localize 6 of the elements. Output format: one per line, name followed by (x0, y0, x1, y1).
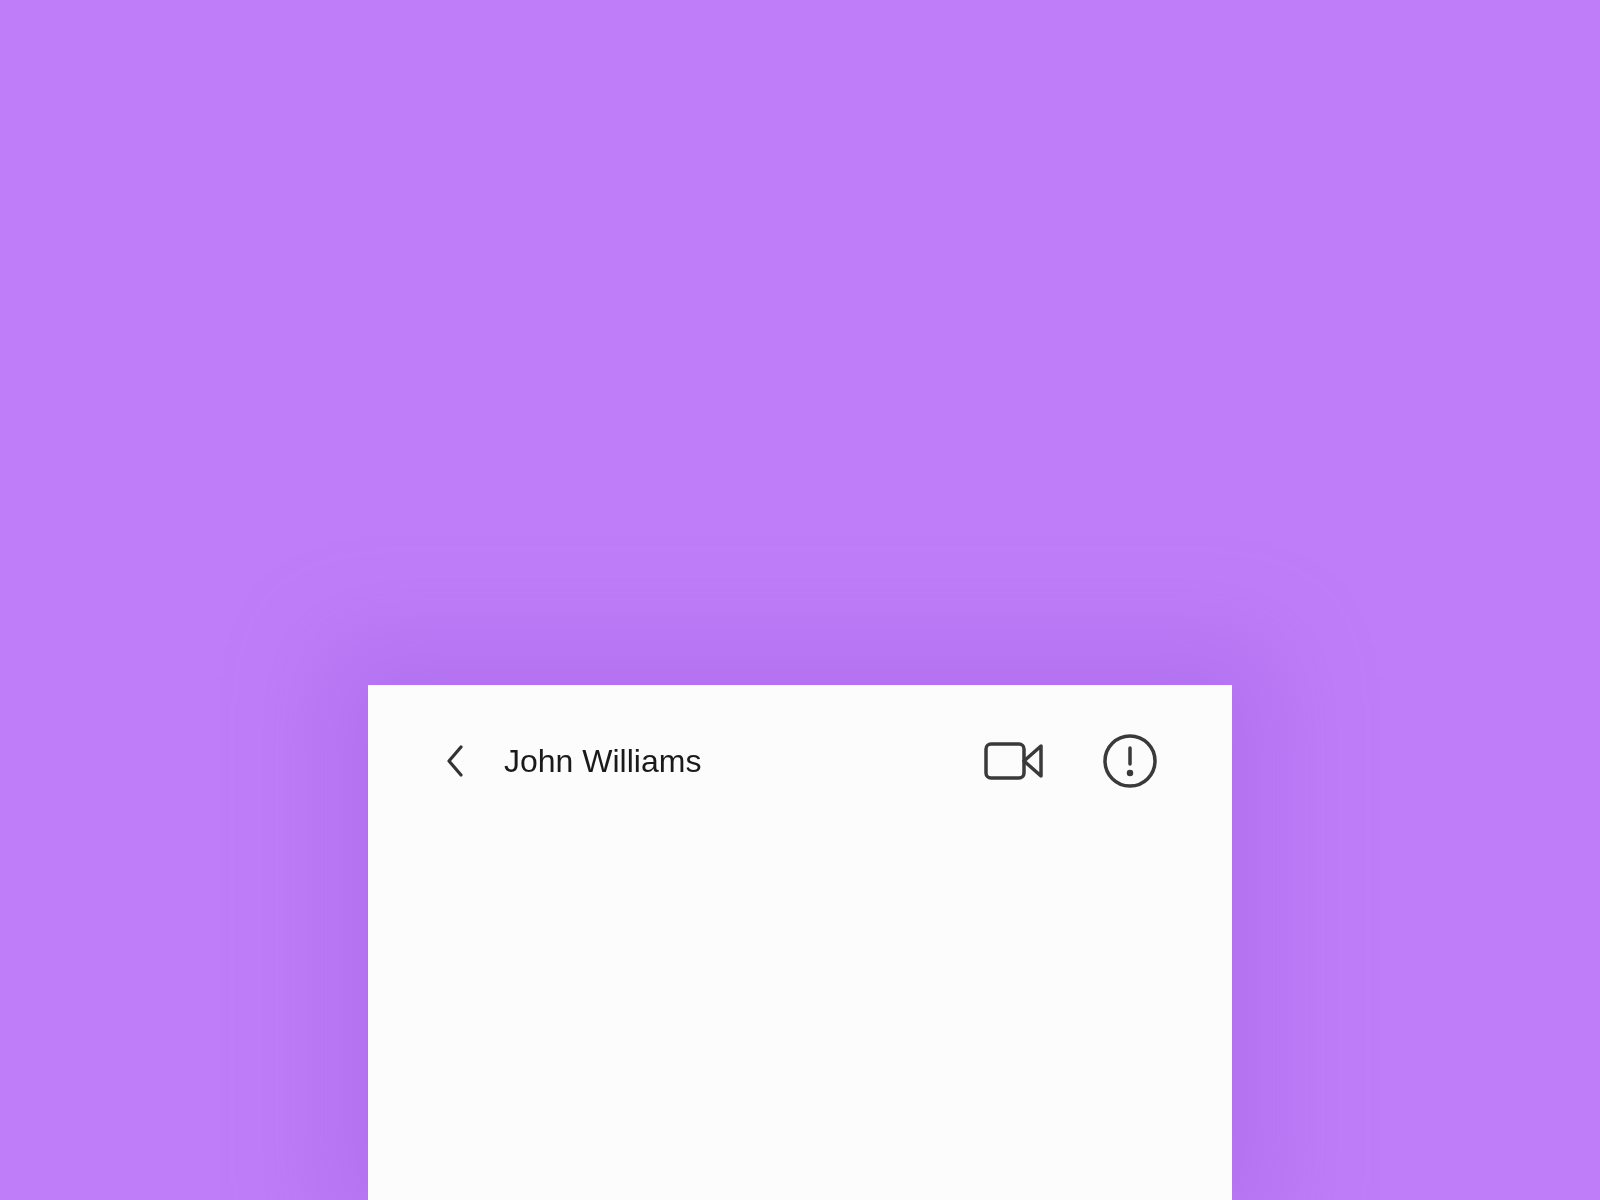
info-icon (1102, 733, 1158, 789)
video-camera-icon (984, 740, 1044, 782)
contact-name: John Williams (504, 742, 702, 781)
back-icon (445, 744, 465, 778)
info-button[interactable] (1102, 733, 1158, 789)
video-call-button[interactable] (984, 740, 1044, 782)
